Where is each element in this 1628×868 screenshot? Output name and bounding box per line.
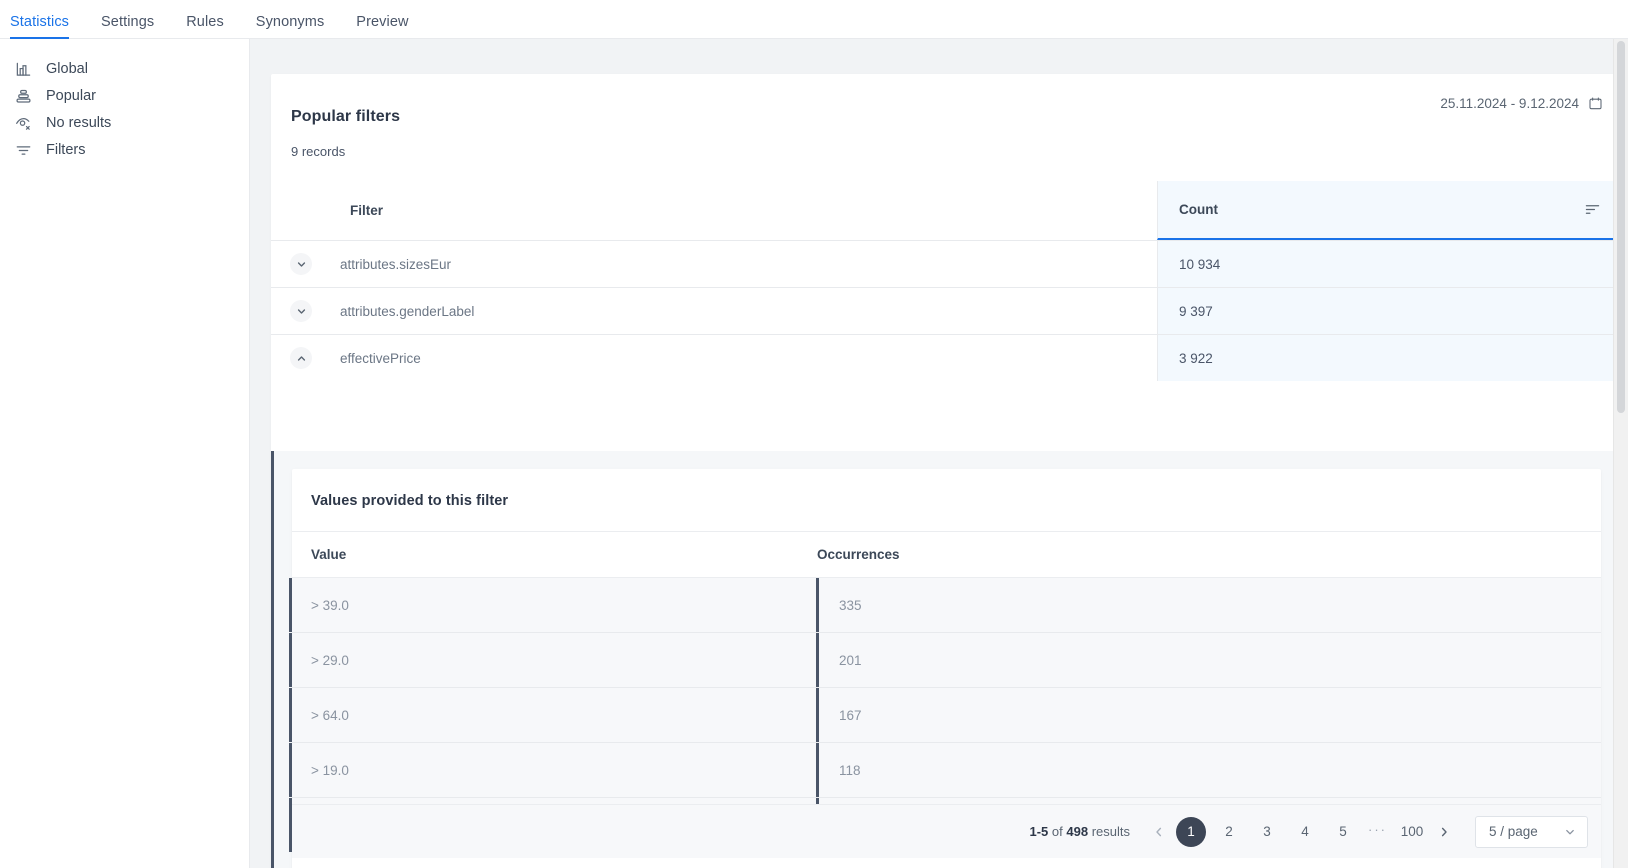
occurrences-cell: 335 — [816, 578, 1601, 632]
values-panel-card: Values provided to this filter Value Occ… — [292, 469, 1601, 868]
occurrences-cell: 201 — [816, 633, 1601, 687]
tab-rules[interactable]: Rules — [186, 14, 224, 39]
tab-synonyms[interactable]: Synonyms — [256, 14, 325, 39]
results-summary: 1-5 of 498 results — [1029, 824, 1130, 839]
tab-statistics[interactable]: Statistics — [10, 14, 69, 39]
chevron-left-icon[interactable] — [1146, 819, 1172, 845]
date-range-picker[interactable]: 25.11.2024 - 9.12.2024 — [1440, 96, 1603, 111]
pagination-page-2[interactable]: 2 — [1214, 817, 1244, 847]
page-title: Popular filters — [271, 74, 1623, 126]
page-body: Global Popular No results — [0, 39, 1628, 868]
value-cell: > 19.0 — [289, 743, 816, 797]
occurrences-cell: 118 — [816, 743, 1601, 797]
sidebar-item-label: Global — [46, 62, 88, 77]
date-range-label: 25.11.2024 - 9.12.2024 — [1440, 96, 1579, 111]
count-cell: 3 922 — [1157, 335, 1623, 381]
sidebar: Global Popular No results — [0, 39, 250, 868]
column-header-count[interactable]: Count — [1157, 181, 1623, 240]
list-item[interactable]: > 64.0 167 — [292, 688, 1601, 743]
values-panel-title: Values provided to this filter — [292, 469, 1601, 509]
sidebar-item-popular[interactable]: Popular — [0, 83, 249, 110]
results-of: of — [1052, 824, 1063, 839]
pagination-page-3[interactable]: 3 — [1252, 817, 1282, 847]
sidebar-item-filters[interactable]: Filters — [0, 137, 249, 164]
filter-icon — [12, 140, 34, 162]
list-item[interactable]: > 39.0 335 — [292, 578, 1601, 633]
value-cell: > 39.0 — [289, 578, 816, 632]
table-row[interactable]: attributes.genderLabel 9 397 — [271, 287, 1623, 334]
column-header-value[interactable]: Value — [292, 547, 797, 562]
pagination: 1-5 of 498 results 1 2 3 — [292, 804, 1601, 858]
table-row[interactable]: attributes.sizesEur 10 934 — [271, 240, 1623, 287]
pagination-ellipsis: ··· — [1368, 822, 1387, 842]
sidebar-item-label: Filters — [46, 143, 85, 158]
column-header-occurrences[interactable]: Occurrences — [797, 547, 1601, 562]
filter-cell: effectivePrice — [271, 335, 1157, 381]
sidebar-item-global[interactable]: Global — [0, 56, 249, 83]
filter-name: attributes.genderLabel — [340, 304, 474, 319]
sidebar-item-label: No results — [46, 116, 111, 131]
pagination-page-4[interactable]: 4 — [1290, 817, 1320, 847]
calendar-icon — [1588, 96, 1603, 111]
occurrences-cell: 167 — [816, 688, 1601, 742]
value-cell: > 64.0 — [289, 688, 816, 742]
expanded-row-detail: Values provided to this filter Value Occ… — [271, 451, 1623, 868]
table-header-row: Filter Count — [271, 181, 1623, 240]
sidebar-item-no-results[interactable]: No results — [0, 110, 249, 137]
vertical-scrollbar[interactable] — [1613, 39, 1628, 868]
filter-cell: attributes.genderLabel — [271, 288, 1157, 334]
bar-chart-icon — [12, 59, 34, 81]
sidebar-item-label: Popular — [46, 89, 96, 104]
pagination-page-1[interactable]: 1 — [1176, 817, 1206, 847]
count-cell: 9 397 — [1157, 288, 1623, 334]
page-size-select[interactable]: 5 / page — [1475, 816, 1588, 848]
tab-preview[interactable]: Preview — [356, 14, 408, 39]
page-size-value: 5 / page — [1489, 824, 1538, 839]
table-row-expanded[interactable]: effectivePrice 3 922 — [271, 334, 1623, 381]
main-content: 25.11.2024 - 9.12.2024 Popular filters 9… — [250, 39, 1628, 868]
popular-filters-card: Popular filters 9 records Filter Count — [271, 74, 1623, 868]
results-word: results — [1092, 824, 1130, 839]
filter-cell: attributes.sizesEur — [271, 241, 1157, 287]
pagination-page-last[interactable]: 100 — [1397, 817, 1427, 847]
list-item[interactable]: > 19.0 118 — [292, 743, 1601, 798]
results-range: 1-5 — [1029, 824, 1048, 839]
count-cell: 10 934 — [1157, 241, 1623, 287]
chevron-down-icon — [1564, 826, 1576, 838]
list-item[interactable]: > 29.0 201 — [292, 633, 1601, 688]
sort-icon[interactable] — [1584, 201, 1601, 218]
stack-icon — [12, 86, 34, 108]
filter-name: effectivePrice — [340, 351, 421, 366]
values-table-header: Value Occurrences — [292, 531, 1601, 578]
eye-off-icon — [12, 113, 34, 135]
tab-settings[interactable]: Settings — [101, 14, 154, 39]
records-count: 9 records — [271, 126, 1623, 159]
main-tab-bar: Statistics Settings Rules Synonyms Previ… — [0, 0, 1628, 39]
scrollbar-thumb[interactable] — [1617, 41, 1625, 413]
filter-name: attributes.sizesEur — [340, 257, 451, 272]
chevron-right-icon[interactable] — [1431, 819, 1457, 845]
pagination-page-5[interactable]: 5 — [1328, 817, 1358, 847]
chevron-up-icon[interactable] — [290, 347, 312, 369]
results-total: 498 — [1066, 824, 1088, 839]
popular-filters-table: Filter Count — [271, 181, 1623, 381]
column-header-filter[interactable]: Filter — [271, 181, 1157, 240]
chevron-down-icon[interactable] — [290, 300, 312, 322]
table-body: attributes.sizesEur 10 934 attributes.ge… — [271, 240, 1623, 381]
chevron-down-icon[interactable] — [290, 253, 312, 275]
value-cell: > 29.0 — [289, 633, 816, 687]
